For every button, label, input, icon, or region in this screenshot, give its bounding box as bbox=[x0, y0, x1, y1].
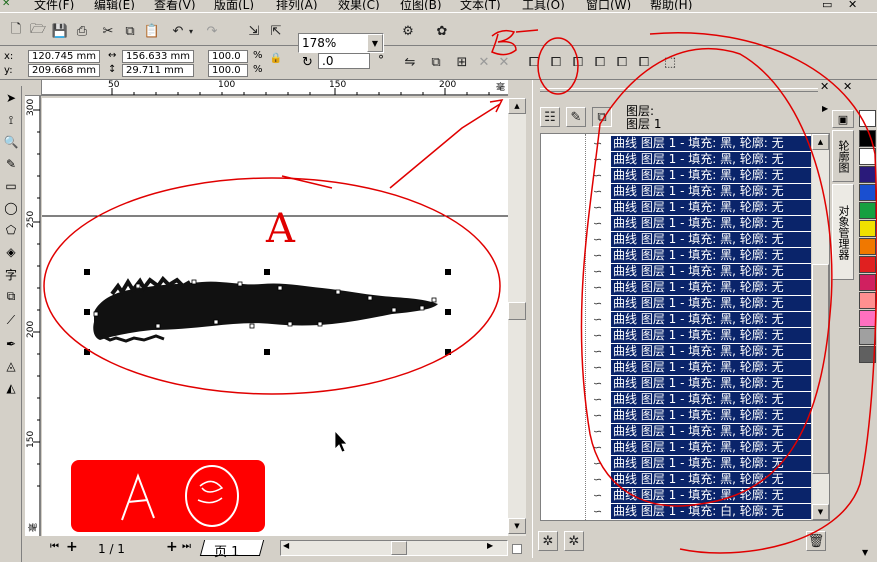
open-icon[interactable]: 🗁 bbox=[28, 21, 48, 41]
ruler-origin[interactable] bbox=[25, 80, 42, 96]
height-field[interactable]: 29.711 mm bbox=[122, 64, 194, 77]
percent-label: % bbox=[253, 64, 263, 75]
scroll-thumb[interactable] bbox=[391, 541, 407, 555]
text-tool-icon[interactable]: 字 bbox=[1, 264, 21, 284]
annotation-label-a: A bbox=[266, 206, 295, 252]
horizontal-ruler: 50 100 150 200 毫米 bbox=[42, 80, 508, 96]
ungroup-all-icon[interactable]: ⊞ bbox=[452, 52, 472, 72]
application-launcher-icon[interactable]: ⚙ bbox=[398, 21, 418, 41]
import-icon[interactable]: ⇲ bbox=[244, 21, 264, 41]
y-position-field[interactable]: 209.668 mm bbox=[28, 64, 100, 77]
x-position-field[interactable]: 120.745 mm bbox=[28, 50, 100, 63]
menu-text[interactable]: 文本(T) bbox=[460, 0, 501, 10]
menu-layout[interactable]: 版面(L) bbox=[214, 0, 254, 10]
ruler-tick-label: 300 bbox=[26, 98, 36, 116]
first-page-icon[interactable]: ⏮ bbox=[50, 541, 59, 552]
group-icon[interactable]: ⧉ bbox=[426, 52, 446, 72]
scroll-left-icon[interactable]: ◀ bbox=[283, 541, 289, 550]
last-page-icon[interactable]: ⏭ bbox=[182, 541, 191, 552]
ellipse-tool-icon[interactable]: ◯ bbox=[1, 198, 21, 218]
undo-icon[interactable]: ↶ bbox=[168, 21, 188, 41]
undo-dropdown-icon[interactable]: ▾ bbox=[186, 21, 196, 41]
menu-tools[interactable]: 工具(O) bbox=[522, 0, 565, 10]
app-icon: ✕ bbox=[2, 0, 11, 9]
copy-icon[interactable]: ⧉ bbox=[120, 21, 140, 41]
lock-ratio-icon[interactable]: 🔒 bbox=[268, 50, 284, 66]
brush-stroke-object bbox=[93, 281, 438, 340]
menu-edit[interactable]: 编辑(E) bbox=[94, 0, 135, 10]
outline-tool-icon[interactable]: ✒ bbox=[1, 334, 21, 354]
scale-y-field[interactable]: 100.0 bbox=[208, 64, 248, 77]
mirror-icon[interactable]: ⇋ bbox=[400, 52, 420, 72]
menu-file[interactable]: 文件(F) bbox=[34, 0, 74, 10]
print-icon[interactable]: ⎙ bbox=[72, 21, 92, 41]
canvas-horizontal-scrollbar[interactable]: ◀ ▶ bbox=[280, 540, 508, 556]
menu-help[interactable]: 帮助(H) bbox=[650, 0, 692, 10]
x-label: x: bbox=[4, 51, 14, 62]
ruler-tick-label: 200 bbox=[439, 80, 457, 90]
drawing-canvas[interactable]: A bbox=[42, 98, 508, 536]
ruler-tick-label: 50 bbox=[108, 80, 120, 90]
menu-bar: ✕ 文件(F) 编辑(E) 查看(V) 版面(L) 排列(A) 效果(C) 位图… bbox=[0, 0, 877, 10]
menu-bitmaps[interactable]: 位图(B) bbox=[400, 0, 442, 10]
percent-label: % bbox=[253, 50, 263, 61]
corel-online-icon[interactable]: ✿ bbox=[432, 21, 452, 41]
interactive-blend-tool-icon[interactable]: ⧉ bbox=[1, 286, 21, 306]
pick-tool-icon[interactable]: ➤ bbox=[1, 88, 21, 108]
width-field[interactable]: 156.633 mm bbox=[122, 50, 194, 63]
degree-label: ° bbox=[378, 53, 384, 67]
add-page-after-icon[interactable]: + bbox=[166, 539, 178, 555]
rectangle-tool-icon[interactable]: ▭ bbox=[1, 176, 21, 196]
window-close-icon[interactable]: ✕ bbox=[848, 0, 857, 10]
eyedropper-tool-icon[interactable]: ⟋ bbox=[1, 310, 21, 330]
height-icon: ↕ bbox=[108, 64, 117, 75]
polygon-tool-icon[interactable]: ⬠ bbox=[1, 220, 21, 240]
annotation-overlay-b bbox=[491, 29, 877, 554]
menu-effects[interactable]: 效果(C) bbox=[338, 0, 380, 10]
menu-window[interactable]: 窗口(W) bbox=[586, 0, 631, 10]
save-icon[interactable]: 💾 bbox=[50, 21, 70, 41]
shape-tool-icon[interactable]: ⟟ bbox=[1, 110, 21, 130]
toolbox: ➤ ⟟ 🔍 ✎ ▭ ◯ ⬠ ◈ 字 ⧉ ⟋ ✒ ◬ ◭ bbox=[0, 86, 22, 562]
page-indicator: 1 / 1 bbox=[98, 542, 125, 556]
scale-x-field[interactable]: 100.0 bbox=[208, 50, 248, 63]
annotation-badge bbox=[71, 460, 265, 532]
vertical-ruler: 300 250 200 150 毫米 bbox=[25, 96, 41, 536]
rotation-field[interactable]: .0 bbox=[318, 53, 370, 69]
ruler-tick-label: 100 bbox=[218, 80, 236, 90]
y-label: y: bbox=[4, 65, 13, 76]
fill-tool-icon[interactable]: ◬ bbox=[1, 356, 21, 376]
ruler-tick-label: 150 bbox=[26, 430, 36, 448]
menu-arrange[interactable]: 排列(A) bbox=[276, 0, 318, 10]
basic-shapes-tool-icon[interactable]: ◈ bbox=[1, 242, 21, 262]
paste-icon[interactable]: 📋 bbox=[142, 21, 162, 41]
mouse-cursor bbox=[334, 429, 348, 453]
export-icon[interactable]: ⇱ bbox=[266, 21, 286, 41]
menu-view[interactable]: 查看(V) bbox=[154, 0, 196, 10]
ruler-tick-label: 150 bbox=[329, 80, 347, 90]
redo-icon[interactable]: ↷ bbox=[202, 21, 222, 41]
zoom-tool-icon[interactable]: 🔍 bbox=[1, 132, 21, 152]
ruler-unit-label: 毫米 bbox=[29, 522, 39, 532]
new-icon[interactable]: 🗋 bbox=[6, 21, 26, 41]
interactive-fill-tool-icon[interactable]: ◭ bbox=[1, 378, 21, 398]
window-restore-icon[interactable]: ▭ bbox=[822, 0, 832, 10]
freehand-tool-icon[interactable]: ✎ bbox=[1, 154, 21, 174]
page-navigator: ⏮ + 1 / 1 + ⏭ 页 1 ◀ ▶ bbox=[42, 538, 528, 560]
ruler-tick-label: 250 bbox=[26, 210, 36, 228]
add-page-before-icon[interactable]: + bbox=[66, 539, 78, 555]
page-tab-label: 页 1 bbox=[214, 545, 240, 560]
cut-icon[interactable]: ✂ bbox=[98, 21, 118, 41]
ruler-tick-label: 200 bbox=[26, 320, 36, 338]
width-icon: ↔ bbox=[108, 50, 117, 61]
rotate-icon: ↻ bbox=[302, 55, 313, 70]
